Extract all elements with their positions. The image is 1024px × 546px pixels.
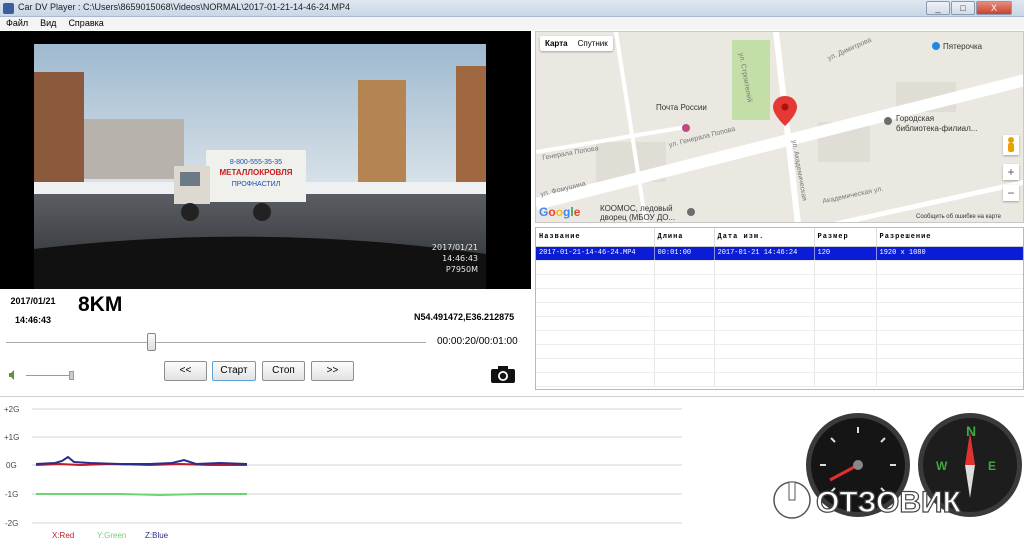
table-row-empty [536, 358, 1023, 373]
camera-icon[interactable] [490, 364, 516, 384]
map-label-pochta: Почта России [656, 103, 707, 112]
tab-map[interactable]: Карта [540, 36, 573, 51]
car-dv-player-window: Car DV Player : C:\Users\8659015068\Vide… [0, 0, 1024, 546]
google-logo: Google [539, 205, 581, 219]
g-sensor-graph: +2G +1G 0G -1G -2G X:Red Y:Green Z:Blue [4, 405, 682, 540]
zoom-out-button[interactable]: − [1003, 185, 1019, 201]
file-table: Название Длина Дата изм. Размер Разрешен… [536, 228, 1023, 387]
table-row-empty [536, 316, 1023, 331]
tab-satellite[interactable]: Спутник [573, 36, 613, 51]
map-label-library-1: Городская [896, 114, 935, 123]
map-label-kosmos-1: КООМОС, ледовый [600, 204, 673, 213]
map-label-library-2: библиотека-филиал... [896, 124, 978, 133]
pegman-icon[interactable] [1003, 135, 1019, 155]
playback-time: 00:00:20/00:01:00 [437, 336, 518, 347]
series-y-green [36, 493, 247, 497]
video-frame: 8-800-555-35-35 МЕТАЛЛОКРОВЛЯ ПРОФНАСТИЛ… [34, 44, 486, 289]
menu-help[interactable]: Справка [62, 17, 109, 28]
divider [0, 396, 1024, 397]
library-marker-icon [884, 117, 892, 125]
svg-text:МЕТАЛЛОКРОВЛЯ: МЕТАЛЛОКРОВЛЯ [220, 168, 293, 177]
start-button[interactable]: Старт [212, 361, 256, 381]
svg-text:W: W [936, 459, 948, 473]
minimize-button[interactable]: _ [926, 1, 950, 15]
svg-text:N: N [966, 423, 976, 439]
table-row-empty [536, 330, 1023, 345]
volume-thumb[interactable] [69, 371, 74, 380]
file-table-header: Название Длина Дата изм. Размер Разрешен… [536, 228, 1023, 247]
series-z-blue [35, 455, 248, 466]
y-label-0g: 0G [6, 461, 17, 470]
table-row-empty [536, 288, 1023, 303]
svg-text:ОТЗОВИК: ОТЗОВИК [816, 486, 962, 519]
previous-button[interactable]: << [164, 361, 207, 381]
svg-text:8-800-555-35-35: 8-800-555-35-35 [230, 159, 282, 166]
date-time-readout: 2017/01/21 14:46:43 [10, 292, 56, 330]
table-row-empty [536, 260, 1023, 275]
maximize-button[interactable]: □ [951, 1, 975, 15]
menu-bar: Файл Вид Справка [0, 17, 1024, 30]
y-label-minus1g: -1G [5, 490, 18, 499]
map-panel[interactable]: Карта Спутник Пятерочка Почта России Горо… [535, 31, 1024, 223]
table-row-empty [536, 302, 1023, 317]
map-pin-icon[interactable] [773, 96, 797, 126]
map-label-pyaterochka: Пятерочка [943, 42, 983, 51]
volume-icon[interactable] [9, 370, 17, 380]
dashcam-scene: 8-800-555-35-35 МЕТАЛЛОКРОВЛЯ ПРОФНАСТИЛ [34, 44, 486, 289]
map-label-kosmos-2: дворец (МБОУ ДО... [600, 213, 676, 222]
legend-y: Y:Green [97, 531, 126, 540]
col-size[interactable]: Размер [814, 228, 877, 247]
kosmos-marker-icon [687, 208, 695, 216]
video-panel[interactable]: 8-800-555-35-35 МЕТАЛЛОКРОВЛЯ ПРОФНАСТИЛ… [0, 31, 531, 289]
map-type-tabs: Карта Спутник [540, 36, 613, 51]
post-office-marker-icon [682, 124, 690, 132]
date-readout: 2017/01/21 [10, 296, 56, 306]
table-row-empty [536, 344, 1023, 359]
menu-view[interactable]: Вид [34, 17, 62, 28]
gps-coordinates: N54.491472,E36.212875 [414, 312, 515, 322]
table-row-empty [536, 274, 1023, 289]
svg-text:ПРОФНАСТИЛ: ПРОФНАСТИЛ [232, 181, 281, 188]
stop-button[interactable]: Стоп [262, 361, 305, 381]
seek-track[interactable] [6, 342, 426, 343]
table-row-empty [536, 372, 1023, 387]
seek-thumb[interactable] [147, 333, 156, 351]
speed-readout: 8KM [78, 293, 123, 316]
legend-z: Z:Blue [145, 531, 169, 540]
col-length[interactable]: Длина [654, 228, 715, 247]
video-overlay-stamp: 2017/01/21 14:46:43 P7950M [431, 243, 478, 274]
col-resolution[interactable]: Разрешение [876, 228, 1023, 247]
legend-x: X:Red [52, 531, 74, 540]
app-icon [3, 3, 14, 14]
table-row[interactable]: 2017-01-21-14-46-24.MP4 00:01:00 2017-01… [536, 246, 1023, 261]
window-title: Car DV Player : C:\Users\8659015068\Vide… [18, 2, 351, 12]
otzovik-watermark: ОТЗОВИК [772, 480, 962, 520]
title-bar: Car DV Player : C:\Users\8659015068\Vide… [0, 0, 1024, 17]
col-date[interactable]: Дата изм. [714, 228, 815, 247]
zoom-in-button[interactable]: + [1003, 164, 1019, 180]
pyaterochka-marker-icon [932, 42, 940, 50]
y-label-plus2g: +2G [4, 405, 19, 414]
svg-text:E: E [988, 459, 996, 473]
time-readout: 14:46:43 [14, 315, 52, 325]
next-button[interactable]: >> [311, 361, 354, 381]
menu-file[interactable]: Файл [0, 17, 34, 28]
y-label-plus1g: +1G [4, 433, 19, 442]
volume-track[interactable] [26, 375, 74, 376]
y-label-minus2g: -2G [5, 519, 18, 528]
col-name[interactable]: Название [536, 228, 655, 247]
close-button[interactable]: X [976, 1, 1012, 15]
file-list: Название Длина Дата изм. Размер Разрешен… [535, 227, 1024, 390]
map-terms[interactable]: Сообщить об ошибке на карте [916, 214, 1001, 220]
